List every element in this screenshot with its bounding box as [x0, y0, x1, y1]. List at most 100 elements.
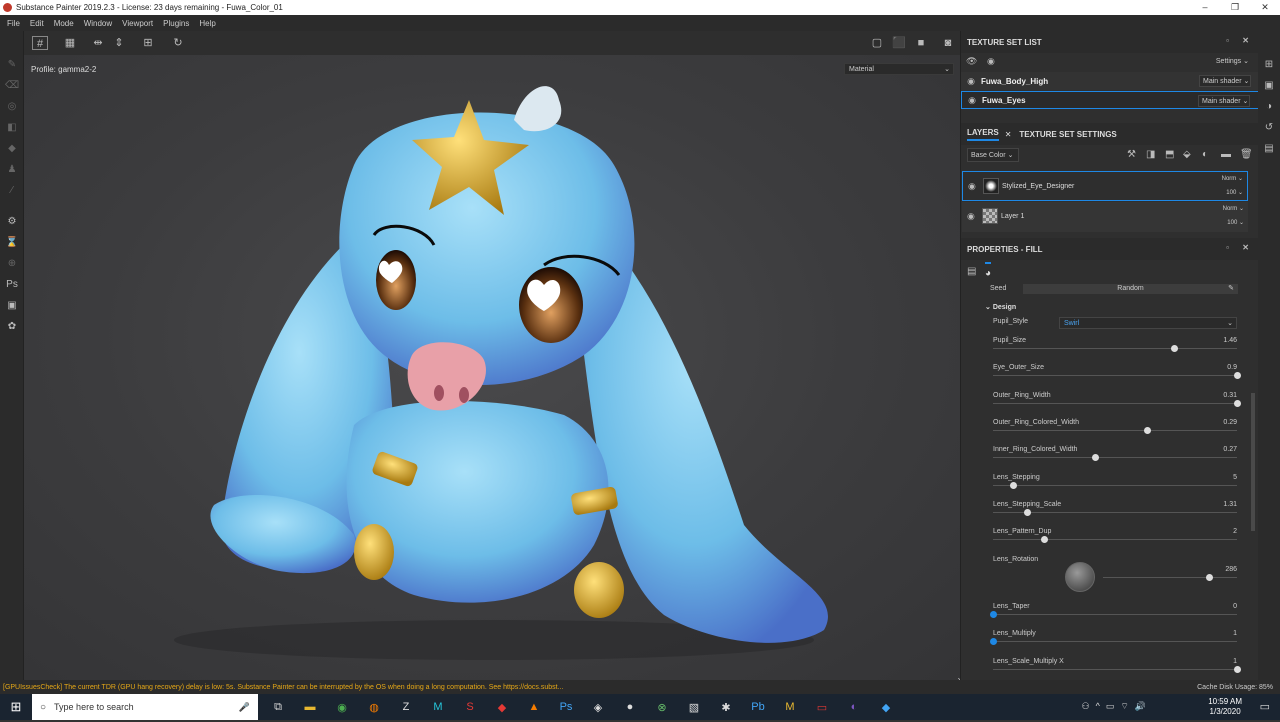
layer-properties-icon[interactable]: ▤	[967, 266, 976, 277]
layer-row-selected[interactable]: ◉ Stylized_Eye_Designer Norm ⌄ 100 ⌄	[962, 171, 1248, 201]
windows-start-icon[interactable]: ⊞	[0, 699, 32, 715]
unity-icon[interactable]: ◈	[586, 694, 610, 720]
polygon-fill-icon[interactable]: ◧	[5, 121, 19, 135]
slider-knob[interactable]	[1041, 536, 1049, 544]
projection-icon[interactable]: ◎	[5, 100, 19, 114]
slider-knob[interactable]	[1009, 481, 1017, 489]
history-icon[interactable]: ↺	[1263, 122, 1275, 134]
taskbar-search[interactable]: ○ Type here to search 🎤	[32, 694, 258, 720]
3d-viewport[interactable]: Profile: gamma2-2 Material⌄ Y X Z	[24, 55, 979, 715]
float-panel-icon[interactable]: ▫	[1226, 243, 1229, 252]
menu-viewport[interactable]: Viewport	[117, 19, 158, 28]
xbox-icon[interactable]: ⊗	[650, 694, 674, 720]
seed-random-button[interactable]: Random ✎	[1023, 284, 1238, 294]
shader-select[interactable]: Main shader ⌄	[1198, 95, 1250, 107]
notifications-icon[interactable]: ▭	[1260, 700, 1270, 713]
pupil-style-select[interactable]: Swirl ⌄	[1059, 317, 1237, 329]
float-panel-icon[interactable]: ▫	[1226, 36, 1229, 45]
exchange-icon[interactable]: ⊕	[5, 257, 19, 271]
menu-window[interactable]: Window	[79, 19, 117, 28]
delete-icon[interactable]: 🗑	[1240, 149, 1253, 160]
slider-knob[interactable]	[990, 611, 997, 618]
edit-icon[interactable]: ✎	[1228, 284, 1234, 294]
slider-knob[interactable]	[1234, 372, 1241, 380]
add-effect-icon[interactable]: ⚒	[1127, 149, 1136, 160]
close-panel-icon[interactable]: ✕	[1242, 243, 1249, 252]
maximize-button[interactable]: ❐	[1220, 0, 1250, 15]
add-mask-icon[interactable]: ◨	[1146, 149, 1155, 160]
zbrush-icon[interactable]: Z	[394, 694, 418, 720]
rotation-dial[interactable]	[1065, 562, 1095, 592]
clone-icon[interactable]: ♟	[5, 163, 19, 177]
layer-row[interactable]: ◉ Layer 1 Norm ⌄ 100 ⌄	[962, 202, 1248, 232]
maya-icon[interactable]: M	[426, 694, 450, 720]
photoshop-taskbar-icon[interactable]: Ps	[554, 694, 578, 720]
shader-settings-icon[interactable]: ◑	[1263, 101, 1275, 113]
substance-painter-icon[interactable]: S	[458, 694, 482, 720]
channel-select[interactable]: Base Color ⌄	[967, 148, 1019, 162]
slider-knob[interactable]	[1234, 665, 1241, 673]
cube-icon[interactable]: ⬛	[891, 36, 907, 50]
add-paint-layer-icon[interactable]: ⬙	[1183, 149, 1191, 160]
color-picker-icon[interactable]: ⁄	[5, 184, 19, 198]
eye-icon[interactable]: ◉	[962, 95, 982, 106]
close-button[interactable]: ✕	[1250, 0, 1280, 15]
slider-knob[interactable]	[1024, 508, 1032, 516]
export-icon[interactable]: ▣	[5, 299, 19, 313]
close-panel-icon[interactable]: ✕	[1242, 36, 1249, 45]
marmoset-icon[interactable]: ▲	[522, 694, 546, 720]
multi-view-icon[interactable]: ▦	[62, 36, 78, 50]
settings-dropdown[interactable]: Settings ⌄	[1216, 57, 1249, 65]
slider-knob[interactable]	[1170, 345, 1178, 352]
app-icon-4[interactable]: M	[778, 694, 802, 720]
system-tray[interactable]: ⚇^▭⌔🔊	[1082, 701, 1152, 712]
discord-icon[interactable]: ◐	[842, 694, 866, 720]
opacity-select[interactable]: 100 ⌄	[1227, 219, 1244, 226]
chrome-icon[interactable]: ◉	[330, 694, 354, 720]
grid-view-icon[interactable]: #	[32, 36, 48, 50]
symmetry-x-icon[interactable]: ⇹	[90, 36, 106, 50]
menu-help[interactable]: Help	[194, 19, 220, 28]
app-icon-1[interactable]: ▧	[682, 694, 706, 720]
scrollbar[interactable]	[1251, 393, 1255, 531]
task-view-icon[interactable]: ⧉	[266, 694, 290, 720]
add-fill-layer-icon[interactable]: ⬒	[1165, 149, 1174, 160]
gpu-warning[interactable]: [GPUIssuesCheck] The current TDR (GPU ha…	[0, 684, 563, 691]
microphone-icon[interactable]: 🎤	[239, 702, 250, 713]
blend-mode-select[interactable]: Norm ⌄	[1223, 205, 1244, 212]
menu-plugins[interactable]: Plugins	[158, 19, 194, 28]
eye-icon[interactable]: ◉	[968, 181, 976, 192]
tab-texture-set-settings[interactable]: TEXTURE SET SETTINGS	[1019, 130, 1116, 139]
frame-icon[interactable]: ▢	[869, 36, 885, 50]
app-icon-6[interactable]: ◆	[874, 694, 898, 720]
eye-icon[interactable]: ◉	[987, 56, 995, 67]
substance-designer-icon[interactable]: ◆	[490, 694, 514, 720]
shader-select[interactable]: Main shader ⌄	[1199, 75, 1251, 87]
slider-knob[interactable]	[1092, 454, 1100, 462]
settings-icon[interactable]: ⚙	[5, 215, 19, 229]
eye-icon[interactable]: ◉	[961, 76, 981, 87]
menu-mode[interactable]: Mode	[49, 19, 79, 28]
slider-knob[interactable]	[990, 638, 997, 646]
menu-edit[interactable]: Edit	[25, 19, 49, 28]
opacity-select[interactable]: 100 ⌄	[1226, 189, 1243, 196]
taskbar-clock[interactable]: 10:59 AM 1/3/2020	[1208, 697, 1242, 717]
app-icon-2[interactable]: ✱	[714, 694, 738, 720]
plugin-icon[interactable]: ✿	[5, 320, 19, 334]
material-icon[interactable]: ◕	[985, 262, 992, 279]
symmetry-y-icon[interactable]: ⇕	[111, 36, 127, 50]
texture-set-row[interactable]: ◉ Fuwa_Body_High Main shader ⌄	[961, 72, 1259, 90]
slider-knob[interactable]	[1234, 399, 1241, 407]
visibility-icon[interactable]: 👁	[966, 56, 977, 67]
eraser-icon[interactable]: ⌫	[5, 79, 19, 93]
log-icon[interactable]: ▤	[1263, 143, 1275, 155]
minimize-button[interactable]: –	[1190, 0, 1220, 15]
texture-set-row-selected[interactable]: ◉ Fuwa_Eyes Main shader ⌄	[961, 91, 1259, 109]
smudge-icon[interactable]: ◆	[5, 142, 19, 156]
obs-icon[interactable]: ●	[618, 694, 642, 720]
add-folder-icon[interactable]: ▬	[1221, 149, 1231, 160]
add-layer-icon[interactable]: ◐	[1202, 149, 1208, 160]
app-icon-5[interactable]: ▭	[810, 694, 834, 720]
file-explorer-icon[interactable]: ▬	[298, 694, 322, 720]
add-view-icon[interactable]: ⊞	[140, 36, 156, 50]
